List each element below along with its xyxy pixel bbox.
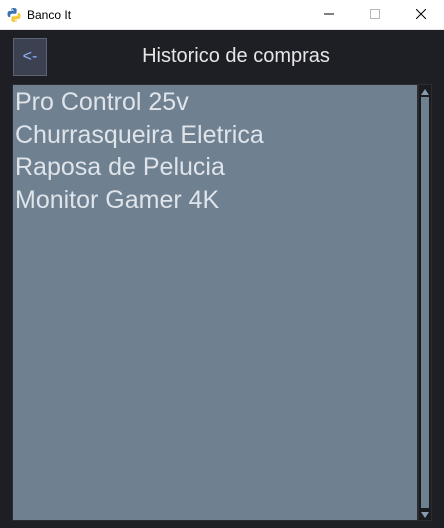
vertical-scrollbar[interactable] xyxy=(418,84,432,521)
scroll-up-button[interactable] xyxy=(419,85,431,97)
title-bar[interactable]: Banco It xyxy=(0,0,444,30)
window-title: Banco It xyxy=(27,8,72,22)
page-title: Historico de compras xyxy=(142,45,330,67)
minimize-icon xyxy=(324,6,334,24)
back-button[interactable]: <- xyxy=(13,38,47,76)
minimize-button[interactable] xyxy=(306,0,352,30)
list-item[interactable]: Churrasqueira Eletrica xyxy=(13,119,417,152)
scroll-down-button[interactable] xyxy=(419,508,431,520)
scroll-thumb[interactable] xyxy=(421,97,429,508)
list-item[interactable]: Raposa de Pelucia xyxy=(13,151,417,184)
scroll-down-arrow-icon xyxy=(421,505,429,523)
list-item[interactable]: Monitor Gamer 4K xyxy=(13,184,417,217)
python-logo-icon xyxy=(6,7,22,23)
maximize-button[interactable] xyxy=(352,0,398,30)
list-item[interactable]: Pro Control 25v xyxy=(13,86,417,119)
close-button[interactable] xyxy=(398,0,444,30)
app-window: Banco It <- Historico de compras Pro Con… xyxy=(0,0,444,528)
close-icon xyxy=(415,6,427,24)
maximize-icon xyxy=(370,6,380,24)
purchase-list[interactable]: Pro Control 25v Churrasqueira Eletrica R… xyxy=(12,84,418,521)
